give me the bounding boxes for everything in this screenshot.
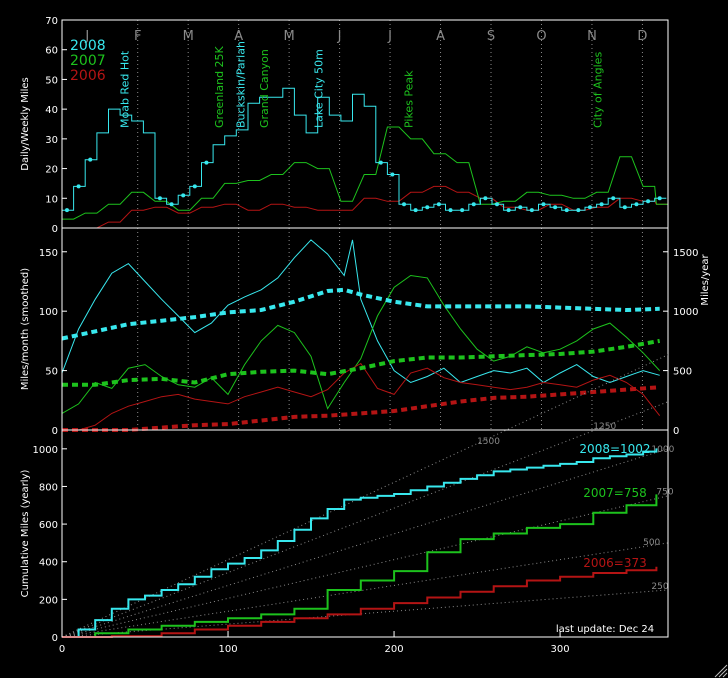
pace-guide-label: 250 xyxy=(651,582,668,592)
race-event-label: Grand Canyon xyxy=(258,49,271,128)
pace-guide-label: 1500 xyxy=(477,437,500,447)
month-label: S xyxy=(487,29,495,44)
panel2-right-tick-label: 0 xyxy=(673,426,679,437)
weekly-average-point xyxy=(390,172,395,177)
panel3-y-tick-label: 800 xyxy=(39,482,58,493)
weekly-average-point xyxy=(553,205,558,210)
panel1-y-tick-label: 60 xyxy=(45,46,58,57)
panel2-ylabel: Miles/month (smoothed) xyxy=(20,268,31,390)
panel2-y-tick-label: 50 xyxy=(45,367,58,378)
panel1-y-tick-label: 50 xyxy=(45,75,58,86)
resize-grip-icon[interactable] xyxy=(712,662,728,678)
race-event-label: Lake City 50m xyxy=(313,49,326,128)
month-label: M xyxy=(183,29,194,44)
panel3-ylabel: Cumulative Miles (yearly) xyxy=(20,470,31,598)
panel2-right-tick-label: 1000 xyxy=(673,307,698,318)
panel3-y-tick-label: 600 xyxy=(39,520,58,531)
month-label: M xyxy=(284,29,295,44)
race-event-label: Pikes Peak xyxy=(402,70,415,128)
weekly-average-point xyxy=(587,205,592,210)
weekly-average-point xyxy=(448,208,453,213)
weekly-average-point xyxy=(494,202,499,207)
weekly-average-point xyxy=(483,196,488,201)
weekly-average-point xyxy=(646,199,651,204)
race-event-label: Greenland 25K xyxy=(213,45,226,128)
month-label: F xyxy=(134,29,141,44)
panel1-y-tick-label: 0 xyxy=(52,224,58,235)
panel2-right-tick-label: 1500 xyxy=(673,248,698,259)
weekly-average-point xyxy=(169,202,174,207)
weekly-average-point xyxy=(576,208,581,213)
weekly-average-point xyxy=(599,202,604,207)
panel1-y-tick-label: 30 xyxy=(45,135,58,146)
season-total-label: 2007=758 xyxy=(583,486,647,500)
weekly-average-point xyxy=(413,208,418,213)
legend-2008: 2008 xyxy=(70,38,106,54)
weekly-average-point xyxy=(157,196,162,201)
pace-guide-label: 500 xyxy=(643,538,660,548)
weekly-average-point xyxy=(518,205,523,210)
month-label: N xyxy=(587,29,597,44)
weekly-average-point xyxy=(622,205,627,210)
panel2-right-tick-label: 500 xyxy=(673,367,692,378)
weekly-average-point xyxy=(634,202,639,207)
panel1-ylabel: Daily/Weekly Miles xyxy=(20,77,31,171)
x-axis-tick-label: 200 xyxy=(385,644,404,655)
panel3-y-tick-label: 200 xyxy=(39,595,58,606)
weekly-average-point xyxy=(204,160,209,165)
x-axis-tick-label: 100 xyxy=(218,644,237,655)
pace-guide-label: 1000 xyxy=(651,445,674,455)
legend-2007: 2007 xyxy=(70,53,106,69)
weekly-average-point xyxy=(425,205,430,210)
weekly-average-point xyxy=(541,202,546,207)
weekly-average-point xyxy=(181,193,186,198)
weekly-average-point xyxy=(611,196,616,201)
panel2-y-tick-label: 0 xyxy=(52,426,58,437)
weekly-average-point xyxy=(506,208,511,213)
weekly-average-point xyxy=(657,196,662,201)
race-event-label: Buckskin/Pariah xyxy=(235,41,248,128)
running-log-chart: 010203040506070J F M A M J J A S O N D200820072006 M… xyxy=(0,0,728,678)
month-label: J xyxy=(337,29,342,44)
race-event-label: Moab Red Hot xyxy=(118,50,131,128)
month-label: A xyxy=(436,29,445,44)
panel2-y-tick-label: 150 xyxy=(39,248,58,259)
x-axis-tick-label: 300 xyxy=(551,644,570,655)
panel1-y-tick-label: 20 xyxy=(45,165,58,176)
season-total-label: 2006=373 xyxy=(583,556,647,570)
month-label: O xyxy=(536,29,546,44)
month-label: J xyxy=(387,29,392,44)
weekly-average-point xyxy=(192,184,197,189)
weekly-average-point xyxy=(402,202,407,207)
race-event-label: City of Angles xyxy=(592,52,605,128)
weekly-average-point xyxy=(564,208,569,213)
weekly-average-point xyxy=(436,202,441,207)
x-axis-tick-label: 0 xyxy=(59,644,65,655)
panel2-y-tick-label: 100 xyxy=(39,307,58,318)
panel3-y-tick-label: 0 xyxy=(52,633,58,644)
month-label: D xyxy=(637,29,647,44)
pace-guide-label: 750 xyxy=(656,488,673,498)
season-total-label: 2008=1002 xyxy=(579,442,650,456)
panel3-y-tick-label: 400 xyxy=(39,558,58,569)
last-update-text: last update: Dec 24 xyxy=(556,624,654,635)
weekly-average-point xyxy=(378,160,383,165)
weekly-average-point xyxy=(64,208,69,213)
panel3-y-tick-label: 1000 xyxy=(33,445,58,456)
weekly-average-point xyxy=(88,157,93,162)
legend-2006: 2006 xyxy=(70,68,106,84)
panel1-y-tick-label: 70 xyxy=(45,16,58,27)
weekly-average-point xyxy=(471,202,476,207)
weekly-average-point xyxy=(76,184,81,189)
panel1-y-tick-label: 10 xyxy=(45,194,58,205)
panel2-ylabel-right: Miles/year xyxy=(700,254,711,306)
weekly-average-point xyxy=(529,208,534,213)
panel1-y-tick-label: 40 xyxy=(45,105,58,116)
weekly-average-point xyxy=(460,208,465,213)
